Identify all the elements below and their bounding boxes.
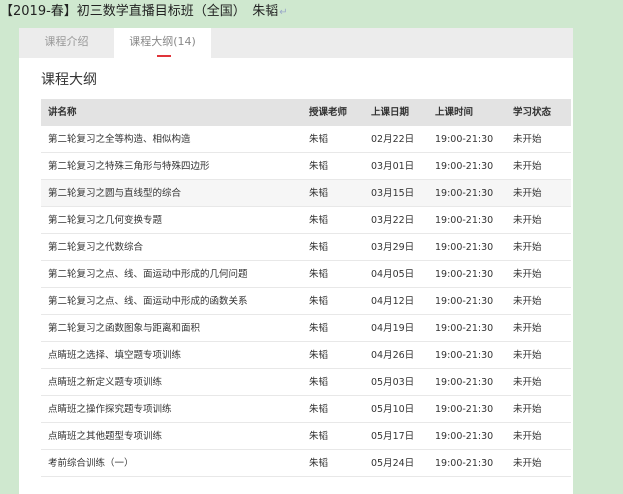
cell-lesson-name: 点睛班之其他题型专项训练 xyxy=(48,431,163,442)
table-row[interactable]: 第二轮复习之特殊三角形与特殊四边形 朱韬 03月01日 19:00-21:30 未开始 xyxy=(41,153,571,180)
cell-time: 19:00-21:30 xyxy=(435,134,494,145)
cell-status: 未开始 xyxy=(513,323,542,334)
active-tab-indicator xyxy=(157,55,171,57)
table-row[interactable]: 第二轮复习之点、线、面运动中形成的函数关系 朱韬 04月12日 19:00-21:30… xyxy=(41,288,571,315)
header-teacher: 授课老师 xyxy=(309,107,348,118)
table-row[interactable]: 点睛班之选择、填空题专项训练 朱韬 04月26日 19:00-21:30 未开始 xyxy=(41,342,571,369)
cell-time: 19:00-21:30 xyxy=(435,431,494,442)
cell-lesson-name: 第二轮复习之代数综合 xyxy=(48,242,144,253)
cell-lesson-name: 第二轮复习之几何变换专题 xyxy=(48,215,163,226)
cell-date: 04月12日 xyxy=(371,296,415,307)
cell-status: 未开始 xyxy=(513,404,542,415)
section-title: 课程大纲 xyxy=(41,72,97,88)
cell-date: 04月19日 xyxy=(371,323,415,334)
cell-teacher: 朱韬 xyxy=(309,134,329,145)
cell-time: 19:00-21:30 xyxy=(435,161,494,172)
cell-lesson-name: 第二轮复习之全等构造、相似构造 xyxy=(48,134,191,145)
table-row[interactable]: 第二轮复习之代数综合 朱韬 03月29日 19:00-21:30 未开始 xyxy=(41,234,571,261)
cell-status: 未开始 xyxy=(513,161,542,172)
cell-time: 19:00-21:30 xyxy=(435,323,494,334)
cell-teacher: 朱韬 xyxy=(309,161,329,172)
table-row[interactable]: 第二轮复习之全等构造、相似构造 朱韬 02月22日 19:00-21:30 未开始 xyxy=(41,126,571,153)
cell-status: 未开始 xyxy=(513,458,542,469)
table-row[interactable]: 考前综合训练（一） 朱韬 05月24日 19:00-21:30 未开始 xyxy=(41,450,571,477)
header-date: 上课日期 xyxy=(371,107,410,118)
cell-lesson-name: 考前综合训练（一） xyxy=(48,458,134,469)
cell-status: 未开始 xyxy=(513,350,542,361)
cell-teacher: 朱韬 xyxy=(309,350,329,361)
cell-date: 03月01日 xyxy=(371,161,415,172)
cell-date: 04月05日 xyxy=(371,269,415,280)
cell-lesson-name: 第二轮复习之点、线、面运动中形成的函数关系 xyxy=(48,296,248,307)
cell-teacher: 朱韬 xyxy=(309,188,329,199)
tab-bar: 课程介绍 课程大纲(14) xyxy=(19,28,573,58)
table-row[interactable]: 第二轮复习之点、线、面运动中形成的几何问题 朱韬 04月05日 19:00-21:30… xyxy=(41,261,571,288)
cell-teacher: 朱韬 xyxy=(309,296,329,307)
document-title-text: 【2019-春】初三数学直播目标班（全国） 朱韬 xyxy=(0,4,279,19)
cell-lesson-name: 第二轮复习之圆与直线型的综合 xyxy=(48,188,182,199)
cell-time: 19:00-21:30 xyxy=(435,404,494,415)
table-row[interactable]: 点睛班之操作探究题专项训练 朱韬 05月10日 19:00-21:30 未开始 xyxy=(41,396,571,423)
cell-teacher: 朱韬 xyxy=(309,458,329,469)
cell-status: 未开始 xyxy=(513,134,542,145)
cell-teacher: 朱韬 xyxy=(309,242,329,253)
cell-date: 02月22日 xyxy=(371,134,415,145)
cell-lesson-name: 点睛班之操作探究题专项训练 xyxy=(48,404,172,415)
cell-lesson-name: 点睛班之选择、填空题专项训练 xyxy=(48,350,182,361)
cell-lesson-name: 第二轮复习之特殊三角形与特殊四边形 xyxy=(48,161,210,172)
cell-date: 03月29日 xyxy=(371,242,415,253)
table-row[interactable]: 点睛班之其他题型专项训练 朱韬 05月17日 19:00-21:30 未开始 xyxy=(41,423,571,450)
header-time: 上课时间 xyxy=(435,107,474,118)
table-row[interactable]: 第二轮复习之几何变换专题 朱韬 03月22日 19:00-21:30 未开始 xyxy=(41,207,571,234)
tab-course-intro[interactable]: 课程介绍 xyxy=(19,28,114,58)
header-status: 学习状态 xyxy=(513,107,552,118)
cell-time: 19:00-21:30 xyxy=(435,215,494,226)
cell-teacher: 朱韬 xyxy=(309,269,329,280)
cell-lesson-name: 第二轮复习之点、线、面运动中形成的几何问题 xyxy=(48,269,248,280)
paragraph-mark-icon: ↵ xyxy=(279,7,288,18)
course-panel: 课程介绍 课程大纲(14) 课程大纲 讲名称 授课老师 上课日期 上课时间 学习… xyxy=(19,28,573,494)
cell-date: 03月15日 xyxy=(371,188,415,199)
tab-course-outline[interactable]: 课程大纲(14) xyxy=(114,28,211,58)
cell-time: 19:00-21:30 xyxy=(435,242,494,253)
cell-status: 未开始 xyxy=(513,215,542,226)
table-body: 第二轮复习之全等构造、相似构造 朱韬 02月22日 19:00-21:30 未开始 第二轮… xyxy=(41,126,571,477)
cell-status: 未开始 xyxy=(513,269,542,280)
cell-lesson-name: 点睛班之新定义题专项训练 xyxy=(48,377,163,388)
cell-time: 19:00-21:30 xyxy=(435,188,494,199)
cell-status: 未开始 xyxy=(513,188,542,199)
cell-lesson-name: 第二轮复习之函数图象与距离和面积 xyxy=(48,323,201,334)
cell-date: 05月03日 xyxy=(371,377,415,388)
cell-date: 04月26日 xyxy=(371,350,415,361)
cell-date: 05月17日 xyxy=(371,431,415,442)
header-name: 讲名称 xyxy=(48,107,77,118)
cell-date: 05月24日 xyxy=(371,458,415,469)
table-row[interactable]: 第二轮复习之圆与直线型的综合 朱韬 03月15日 19:00-21:30 未开始 xyxy=(41,180,571,207)
cell-teacher: 朱韬 xyxy=(309,404,329,415)
table-row[interactable]: 第二轮复习之函数图象与距离和面积 朱韬 04月19日 19:00-21:30 未开始 xyxy=(41,315,571,342)
cell-status: 未开始 xyxy=(513,377,542,388)
cell-time: 19:00-21:30 xyxy=(435,296,494,307)
cell-status: 未开始 xyxy=(513,242,542,253)
cell-time: 19:00-21:30 xyxy=(435,458,494,469)
cell-teacher: 朱韬 xyxy=(309,431,329,442)
cell-date: 03月22日 xyxy=(371,215,415,226)
table-header-row: 讲名称 授课老师 上课日期 上课时间 学习状态 xyxy=(41,99,571,126)
cell-status: 未开始 xyxy=(513,296,542,307)
cell-time: 19:00-21:30 xyxy=(435,350,494,361)
cell-status: 未开始 xyxy=(513,431,542,442)
cell-teacher: 朱韬 xyxy=(309,215,329,226)
cell-teacher: 朱韬 xyxy=(309,323,329,334)
cell-teacher: 朱韬 xyxy=(309,377,329,388)
outline-table: 讲名称 授课老师 上课日期 上课时间 学习状态 第二轮复习之全等构造、相似构造朱… xyxy=(41,99,571,477)
cell-time: 19:00-21:30 xyxy=(435,269,494,280)
document-title: 【2019-春】初三数学直播目标班（全国） 朱韬↵ xyxy=(0,0,288,28)
cell-date: 05月10日 xyxy=(371,404,415,415)
table-row[interactable]: 点睛班之新定义题专项训练 朱韬 05月03日 19:00-21:30 未开始 xyxy=(41,369,571,396)
cell-time: 19:00-21:30 xyxy=(435,377,494,388)
